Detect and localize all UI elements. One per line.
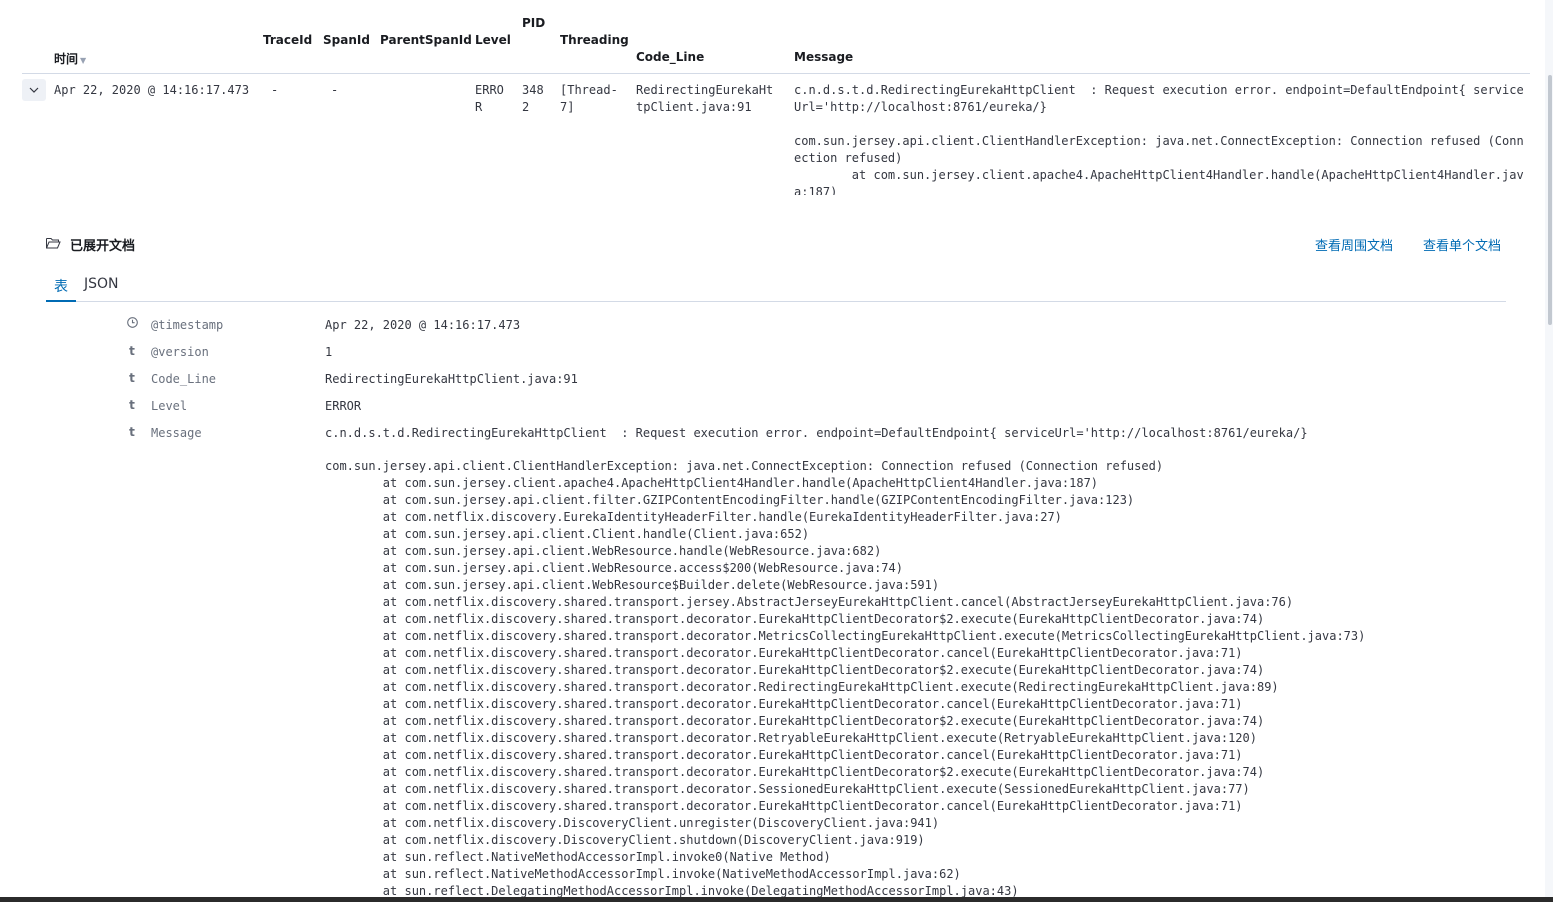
stack-trace-line: at com.netflix.discovery.EurekaIdentityH… [325,510,1062,524]
stack-trace-line: at com.netflix.discovery.shared.transpor… [325,782,1250,796]
row-code-line: RedirectingEurekaHt tpClient.java:91 [636,83,774,114]
column-header-time[interactable]: 时间 ▼ [54,50,86,67]
field-value-level: ERROR [325,399,362,413]
stack-trace-line: at com.sun.jersey.api.client.filter.GZIP… [325,493,1135,507]
stack-trace-line: at com.sun.jersey.api.client.Client.hand… [325,527,810,541]
field-value-message: c.n.d.s.t.d.RedirectingEurekaHttpClient … [325,426,1308,440]
field-value-version: 1 [325,345,333,359]
field-name-level: Level [151,399,188,413]
stack-trace-line: at sun.reflect.NativeMethodAccessorImpl.… [325,867,961,881]
stack-trace-line: at com.netflix.discovery.shared.transpor… [325,595,1294,609]
vertical-scrollbar-thumb[interactable] [1548,75,1552,325]
bottom-bar [0,897,1553,902]
expanded-document-title: 已展开文档 [70,239,136,254]
string-type-icon: t [129,344,135,358]
stack-trace-line: at sun.reflect.NativeMethodAccessorImpl.… [325,850,831,864]
header-divider [22,73,1530,74]
stack-trace-line: at com.netflix.discovery.DiscoveryClient… [325,816,940,830]
string-type-icon: t [129,425,135,439]
row-time: Apr 22, 2020 @ 14:16:17.473 [54,83,250,97]
column-header-code-line[interactable]: Code_Line [636,50,704,64]
stack-trace-line: at com.sun.jersey.client.apache4.ApacheH… [325,476,1099,490]
tab-table[interactable]: 表 [54,276,68,296]
column-header-time-label: 时间 [54,52,79,66]
row-collapse-button[interactable] [22,79,46,101]
stack-trace-line: com.sun.jersey.api.client.ClientHandlerE… [325,459,1164,473]
row-level: ERRO R [475,83,504,114]
stack-trace-line: at com.netflix.discovery.shared.transpor… [325,731,1257,745]
view-surrounding-documents-link[interactable]: 查看周围文档 [1315,235,1393,254]
string-type-icon: t [129,398,135,412]
column-header-threading[interactable]: Threading [560,33,629,47]
field-value-timestamp: Apr 22, 2020 @ 14:16:17.473 [325,318,521,332]
row-threading: [Thread- 7] [560,83,618,114]
column-header-level[interactable]: Level [475,33,511,47]
column-header-message[interactable]: Message [794,50,853,64]
stack-trace-line: at com.netflix.discovery.shared.transpor… [325,612,1265,626]
field-name-timestamp: @timestamp [151,318,224,332]
string-type-icon: t [129,371,135,385]
field-name-version: @version [151,345,209,359]
row-message: c.n.d.s.t.d.RedirectingEurekaHttpClient … [794,83,1524,195]
tabs-divider [46,301,1506,302]
column-header-parentspanid[interactable]: ParentSpanId [380,33,472,47]
row-traceid: - [271,83,279,97]
field-value-code-line: RedirectingEurekaHttpClient.java:91 [325,372,578,386]
stack-trace-line: at com.netflix.discovery.shared.transpor… [325,765,1265,779]
folder-open-icon [46,238,61,249]
view-single-document-link[interactable]: 查看单个文档 [1423,235,1501,254]
stack-trace-line: at com.sun.jersey.api.client.WebResource… [325,561,903,575]
field-name-message: Message [151,426,202,440]
stack-trace-line: at com.netflix.discovery.shared.transpor… [325,629,1366,643]
chevron-down-icon [29,87,39,93]
column-header-spanid[interactable]: SpanId [323,33,370,47]
row-spanid: - [331,83,339,97]
stack-trace-line: at com.netflix.discovery.shared.transpor… [325,680,1279,694]
column-header-traceid[interactable]: TraceId [263,33,312,47]
stack-trace-line: at com.netflix.discovery.shared.transpor… [325,663,1265,677]
stack-trace-line: at com.sun.jersey.api.client.WebResource… [325,544,882,558]
clock-icon [126,317,138,331]
stack-trace-line: at com.netflix.discovery.DiscoveryClient… [325,833,925,847]
stack-trace-line: at com.netflix.discovery.shared.transpor… [325,646,1243,660]
row-pid: 348 2 [522,83,544,114]
stack-trace-line: at com.netflix.discovery.shared.transpor… [325,748,1243,762]
stack-trace-line: at com.sun.jersey.api.client.WebResource… [325,578,940,592]
field-name-code-line: Code_Line [151,372,217,386]
active-tab-indicator [46,300,76,302]
tab-json[interactable]: JSON [84,276,119,292]
message-stack-trace: com.sun.jersey.api.client.ClientHandlerE… [325,458,1365,900]
stack-trace-line: at com.netflix.discovery.shared.transpor… [325,714,1265,728]
stack-trace-line: at com.netflix.discovery.shared.transpor… [325,799,1243,813]
column-header-pid[interactable]: PID [522,16,545,30]
sort-down-icon[interactable]: ▼ [80,56,86,65]
stack-trace-line: at com.netflix.discovery.shared.transpor… [325,697,1243,711]
